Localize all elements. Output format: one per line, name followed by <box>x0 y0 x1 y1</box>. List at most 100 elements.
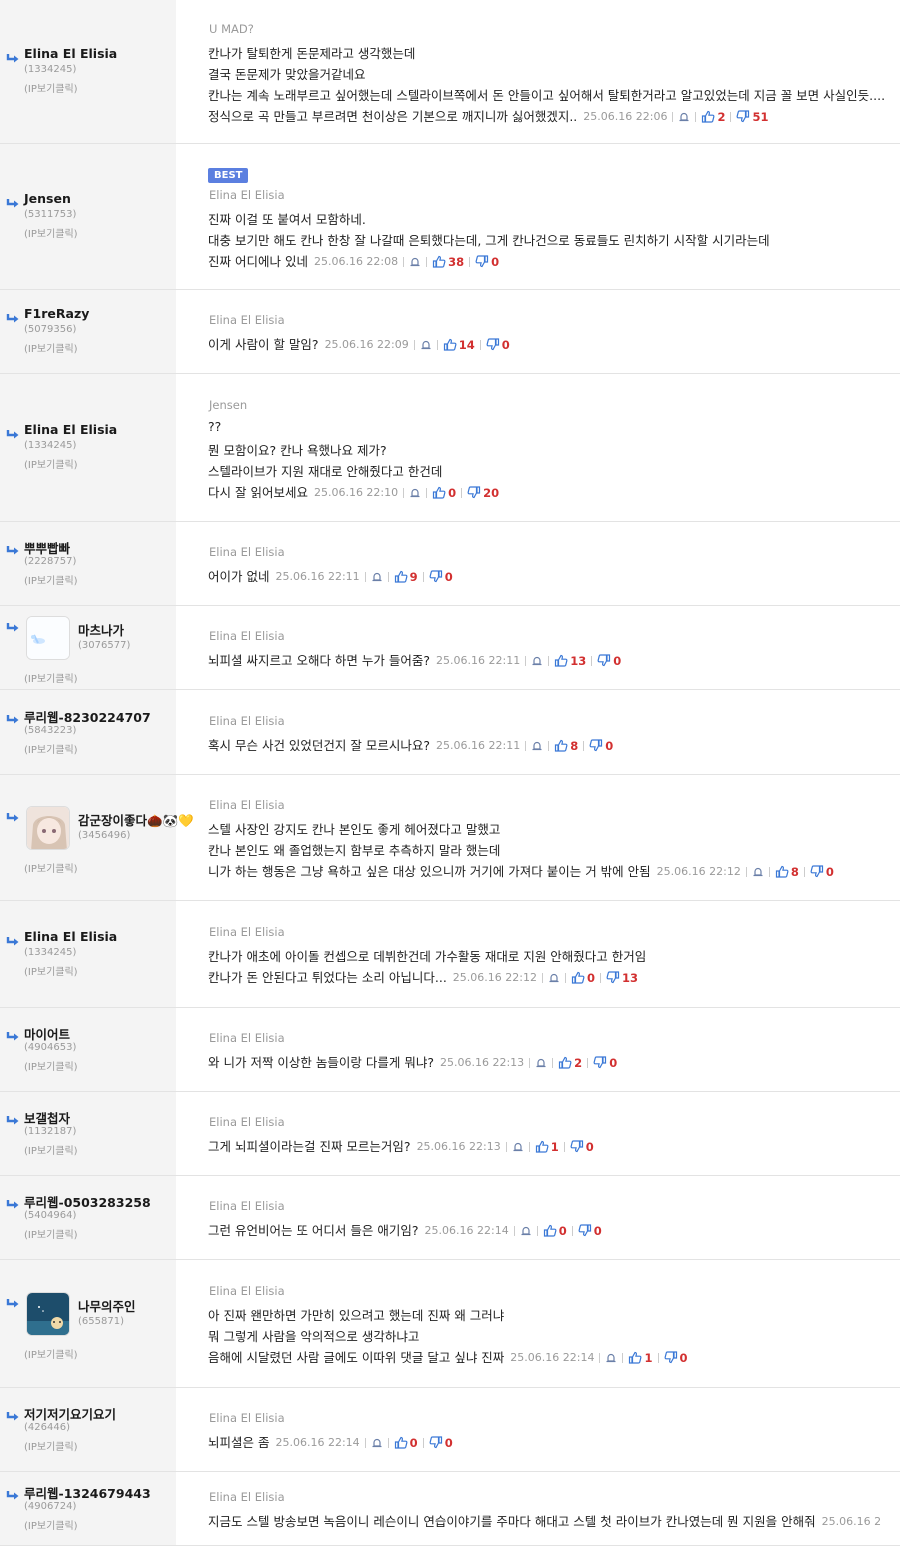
thumbs-down-icon <box>589 739 603 752</box>
ip-view-link[interactable]: (IP보기클릭) <box>24 860 78 875</box>
avatar[interactable] <box>26 1292 70 1336</box>
bell-report-icon[interactable] <box>752 866 764 878</box>
upvote-button[interactable]: 8 <box>554 739 578 753</box>
author-name[interactable]: 저기저기요기요기 <box>24 1404 116 1423</box>
upvote-button[interactable]: 0 <box>394 1436 418 1450</box>
ip-view-link[interactable]: (IP보기클릭) <box>24 340 78 355</box>
comment-author-panel: 루리웹-1324679443 (4906724) (IP보기클릭) <box>0 1472 176 1545</box>
author-name[interactable]: Elina El Elisia <box>24 46 117 61</box>
downvote-button[interactable]: 0 <box>578 1224 602 1238</box>
reply-target-name[interactable]: Elina El Elisia <box>209 188 285 202</box>
reply-target-name[interactable]: Jensen <box>209 398 247 412</box>
bell-report-icon[interactable] <box>535 1057 547 1069</box>
divider <box>413 339 415 350</box>
downvote-button[interactable]: 0 <box>597 654 621 668</box>
comment-text-line: 뇌피셜 싸지르고 오해다 하면 누가 들어줌? 25.06.16 22:11 13 0 <box>208 650 621 669</box>
reply-target-name[interactable]: Elina El Elisia <box>209 798 285 812</box>
author-name[interactable]: 보갤첩자 <box>24 1108 70 1127</box>
author-name[interactable]: 감군장이좋다🌰🐼💛 <box>78 810 194 829</box>
downvote-button[interactable]: 0 <box>429 1436 453 1450</box>
comment-text-line: 결국 돈문제가 맞았을거같네요 <box>208 64 365 83</box>
bell-report-icon[interactable] <box>371 571 383 583</box>
upvote-button[interactable]: 0 <box>432 486 456 500</box>
downvote-button[interactable]: 20 <box>467 486 499 500</box>
reply-target-name[interactable]: Elina El Elisia <box>209 629 285 643</box>
bell-report-icon[interactable] <box>548 972 560 984</box>
reply-target-name[interactable]: Elina El Elisia <box>209 1490 285 1504</box>
author-name[interactable]: Elina El Elisia <box>24 422 117 437</box>
upvote-button[interactable]: 14 <box>443 338 475 352</box>
ip-view-link[interactable]: (IP보기클릭) <box>24 572 78 587</box>
author-name[interactable]: Elina El Elisia <box>24 929 117 944</box>
downvote-button[interactable]: 0 <box>429 570 453 584</box>
comment-text: 칸나가 애초에 아이돌 컨셉으로 데뷔한건데 가수활동 재대로 지원 안해줬다고… <box>208 949 647 964</box>
reply-target-name[interactable]: Elina El Elisia <box>209 313 285 327</box>
downvote-button[interactable]: 0 <box>664 1351 688 1365</box>
reply-target-name[interactable]: Elina El Elisia <box>209 714 285 728</box>
ip-view-link[interactable]: (IP보기클릭) <box>24 456 78 471</box>
author-name[interactable]: 루리웹-8230224707 <box>24 707 151 726</box>
ip-view-link[interactable]: (IP보기클릭) <box>24 1142 78 1157</box>
upvote-button[interactable]: 1 <box>628 1351 653 1365</box>
author-name[interactable]: 마츠나가 <box>78 620 124 639</box>
ip-view-link[interactable]: (IP보기클릭) <box>24 963 78 978</box>
upvote-button[interactable]: 9 <box>394 570 418 584</box>
downvote-button[interactable]: 0 <box>570 1140 594 1154</box>
reply-target-name[interactable]: Elina El Elisia <box>209 1199 285 1213</box>
reply-target-name[interactable]: Elina El Elisia <box>209 1031 285 1045</box>
reply-target-name[interactable]: Elina El Elisia <box>209 1284 285 1298</box>
avatar[interactable] <box>26 616 70 660</box>
downvote-button[interactable]: 0 <box>593 1056 617 1070</box>
downvote-button[interactable]: 13 <box>606 971 638 985</box>
bell-report-icon[interactable] <box>512 1141 524 1153</box>
downvote-button[interactable]: 0 <box>475 255 499 269</box>
author-name[interactable]: 루리웹-1324679443 <box>24 1483 151 1502</box>
reply-target-name[interactable]: Elina El Elisia <box>209 1411 285 1425</box>
upvote-button[interactable]: 2 <box>701 110 725 124</box>
bell-report-icon[interactable] <box>520 1225 532 1237</box>
ip-view-link[interactable]: (IP보기클릭) <box>24 1058 78 1073</box>
upvote-button[interactable]: 1 <box>535 1140 559 1154</box>
author-name[interactable]: Jensen <box>24 191 71 206</box>
comment-text-line: 다시 잘 읽어보세요 25.06.16 22:10 0 20 <box>208 482 499 501</box>
avatar[interactable] <box>26 806 70 850</box>
ip-view-link[interactable]: (IP보기클릭) <box>24 1438 78 1453</box>
ip-view-link[interactable]: (IP보기클릭) <box>24 225 78 240</box>
ip-view-link[interactable]: (IP보기클릭) <box>24 1517 78 1532</box>
bell-report-icon[interactable] <box>531 740 543 752</box>
author-name[interactable]: 뿌뿌빱빠 <box>24 538 70 557</box>
bell-report-icon[interactable] <box>420 339 432 351</box>
upvote-button[interactable]: 2 <box>558 1056 582 1070</box>
bell-report-icon[interactable] <box>678 111 690 123</box>
downvote-button[interactable]: 51 <box>736 110 768 124</box>
reply-target-name[interactable]: Elina El Elisia <box>209 925 285 939</box>
bell-report-icon[interactable] <box>409 256 421 268</box>
ip-view-link[interactable]: (IP보기클릭) <box>24 1346 78 1361</box>
ip-view-link[interactable]: (IP보기클릭) <box>24 670 78 685</box>
bell-report-icon[interactable] <box>605 1352 617 1364</box>
reply-target-name[interactable]: Elina El Elisia <box>209 545 285 559</box>
upvote-button[interactable]: 38 <box>432 255 464 269</box>
downvote-button[interactable]: 0 <box>486 338 510 352</box>
downvote-button[interactable]: 0 <box>810 865 834 879</box>
ip-view-link[interactable]: (IP보기클릭) <box>24 80 78 95</box>
ip-view-link[interactable]: (IP보기클릭) <box>24 1226 78 1241</box>
reply-target-name[interactable]: Elina El Elisia <box>209 1115 285 1129</box>
comment-text: 와 니가 저짝 이상한 놈들이랑 다를게 뭐냐? <box>208 1055 434 1070</box>
reply-target-name[interactable]: U MAD? <box>209 22 254 36</box>
upvote-button[interactable]: 13 <box>554 654 586 668</box>
bell-report-icon[interactable] <box>371 1437 383 1449</box>
upvote-button[interactable]: 0 <box>543 1224 567 1238</box>
bell-report-icon[interactable] <box>531 655 543 667</box>
upvote-button[interactable]: 0 <box>571 971 595 985</box>
downvote-button[interactable]: 0 <box>589 739 613 753</box>
author-name[interactable]: F1reRazy <box>24 306 89 321</box>
bell-report-icon[interactable] <box>409 487 421 499</box>
author-name[interactable]: 나무의주인 <box>78 1296 136 1315</box>
upvote-button[interactable]: 8 <box>775 865 799 879</box>
author-name[interactable]: 루리웹-0503283258 <box>24 1192 151 1211</box>
author-name[interactable]: 마이어트 <box>24 1024 70 1043</box>
ip-view-link[interactable]: (IP보기클릭) <box>24 741 78 756</box>
author-id: (1334245) <box>24 440 77 451</box>
divider <box>403 256 405 267</box>
